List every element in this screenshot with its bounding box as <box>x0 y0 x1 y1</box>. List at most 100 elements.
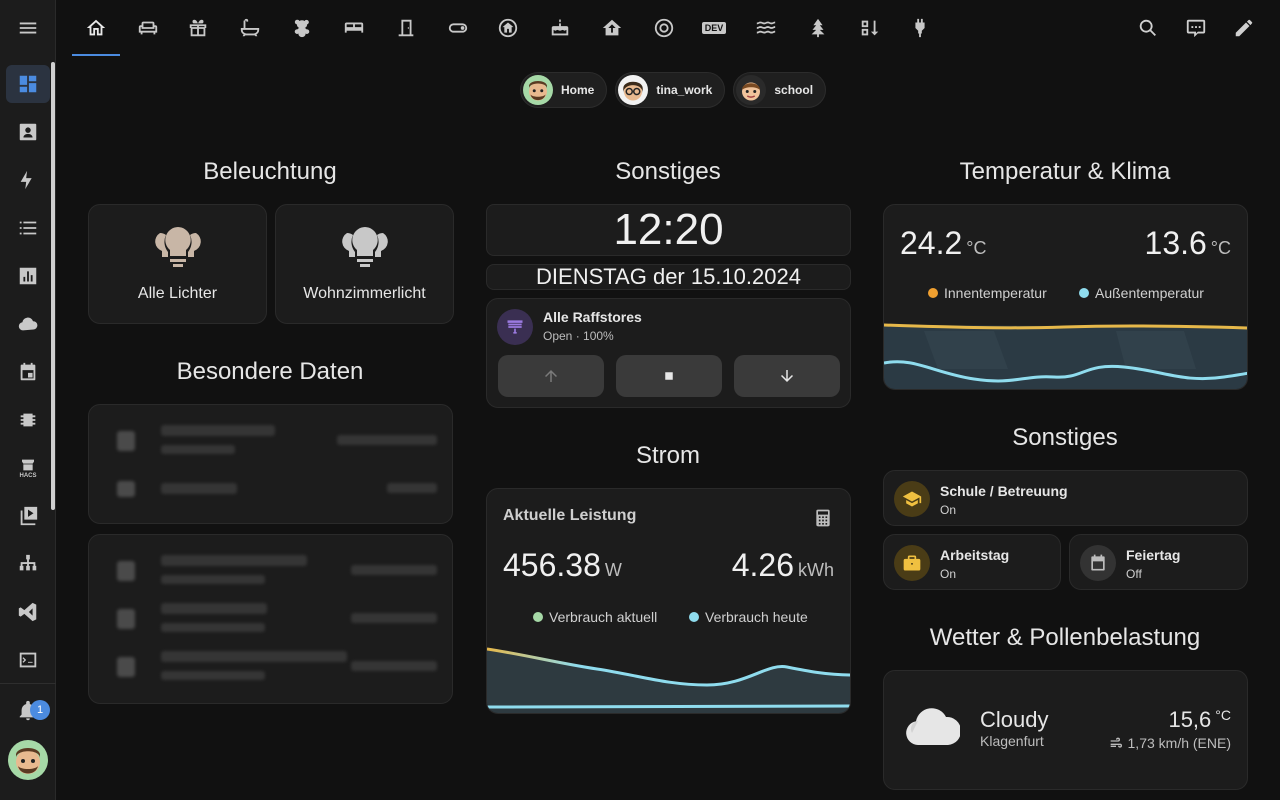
tab-dev[interactable]: DEV <box>690 0 738 56</box>
sidebar-item-hacs[interactable]: HACS <box>6 449 50 487</box>
tab-home[interactable] <box>72 0 120 56</box>
weather-temperature: 15,6 °C <box>1168 707 1231 733</box>
sidebar-item-energy[interactable] <box>6 161 50 199</box>
sidebar-item-calendar[interactable] <box>6 353 50 391</box>
tab-kids-room[interactable] <box>278 0 326 56</box>
hacs-label: HACS <box>19 473 37 479</box>
tab-gifts[interactable] <box>174 0 222 56</box>
person-chip-home[interactable]: Home <box>520 72 608 108</box>
entity-state: On <box>940 503 957 517</box>
clock-card: 12:20 <box>486 204 851 256</box>
blurred-text <box>161 555 307 566</box>
tab-hallway[interactable] <box>382 0 430 56</box>
blurred-icon <box>117 657 135 677</box>
light-card-all[interactable]: Alle Lichter <box>88 204 267 324</box>
home-circle-icon <box>498 18 518 38</box>
power-today: 4.26 kWh <box>732 547 834 584</box>
pencil-icon <box>1235 19 1253 37</box>
tab-robot[interactable] <box>640 0 688 56</box>
blinds-stop-button[interactable] <box>616 355 722 397</box>
sidebar-item-history[interactable] <box>6 257 50 295</box>
section-title-power: Strom <box>635 442 700 469</box>
blinds-name: Alle Raffstores <box>543 309 642 325</box>
cake-icon <box>551 18 569 36</box>
power-today-value: 4.26 <box>731 547 794 583</box>
legend-dot <box>928 288 938 298</box>
person-card-icon <box>19 123 37 141</box>
sidebar-item-overview[interactable] <box>6 65 50 103</box>
date-card: DIENSTAG der 15.10.2024 <box>486 264 851 290</box>
blinds-icon-badge <box>497 309 533 345</box>
sidebar-item-esphome[interactable] <box>6 401 50 439</box>
power-today-line <box>487 704 850 709</box>
sidebar-item-cloud[interactable] <box>6 305 50 343</box>
person-chip-tina-work[interactable]: tina_work <box>615 72 726 108</box>
sidebar-item-vscode[interactable] <box>6 593 50 631</box>
edit-dashboard-button[interactable] <box>1224 8 1264 48</box>
sidebar-item-terminal[interactable] <box>6 641 50 679</box>
weather-condition: Cloudy <box>980 707 1049 732</box>
pine-tree-icon <box>811 18 825 38</box>
climate-graph-card[interactable]: 24.2 °C 13.6 °C Innentemperatur Außentempe… <box>883 204 1248 390</box>
media-icon <box>20 506 38 526</box>
network-icon <box>19 554 37 571</box>
sidebar-scrollbar[interactable] <box>51 62 55 510</box>
tab-energy[interactable] <box>896 0 944 56</box>
cloudy-icon <box>906 708 960 745</box>
light-card-living-room[interactable]: Wohnzimmerlicht <box>275 204 454 324</box>
person-chip-school[interactable]: school <box>733 72 827 108</box>
clock-date: DIENSTAG der 15.10.2024 <box>536 264 801 289</box>
sidebar-item-media[interactable] <box>6 497 50 535</box>
blinds-card[interactable]: Alle Raffstores Open · 100% <box>486 298 851 408</box>
sidebar-item-person[interactable] <box>6 113 50 151</box>
sidebar-item-network[interactable] <box>6 545 50 583</box>
legend-dot <box>533 612 543 622</box>
section-title-weather: Wetter & Pollenbelastung <box>929 624 1201 651</box>
blinds-state: Open · 100% <box>543 329 614 343</box>
blurred-text <box>387 483 437 493</box>
assist-button[interactable] <box>1176 8 1216 48</box>
lightbulb-group-icon <box>341 227 388 267</box>
person-avatar <box>523 75 553 105</box>
blurred-icon <box>117 431 135 451</box>
blurred-icon <box>117 561 135 581</box>
blinds-open-button[interactable] <box>498 355 604 397</box>
legend-outside-temp: Außentemperatur <box>1079 285 1204 301</box>
legend-label: Verbrauch heute <box>705 609 808 625</box>
person-avatar <box>736 75 767 105</box>
entity-card-holiday[interactable]: Feiertag Off <box>1069 534 1248 590</box>
tab-house-alert[interactable] <box>588 0 636 56</box>
search-button[interactable] <box>1128 8 1168 48</box>
gift-icon <box>189 19 207 37</box>
sidebar-item-logbook[interactable] <box>6 209 50 247</box>
blinds-icon <box>507 320 523 334</box>
temp-outside-value: 13.6 <box>1144 225 1207 261</box>
tab-garden[interactable] <box>794 0 842 56</box>
tab-living-room[interactable] <box>124 0 172 56</box>
door-icon <box>398 19 414 37</box>
tab-home-circle[interactable] <box>484 0 532 56</box>
temp-inside: 24.2 °C <box>900 225 986 262</box>
tab-bedroom[interactable] <box>330 0 378 56</box>
entity-name: Schule / Betreuung <box>940 483 1068 499</box>
entity-card-workday[interactable]: Arbeitstag On <box>883 534 1061 590</box>
stop-icon <box>665 372 673 380</box>
weather-card[interactable]: Cloudy Klagenfurt 15,6 °C 1,73 km/h (ENE) <box>883 670 1248 790</box>
tab-birthdays[interactable] <box>536 0 584 56</box>
blinds-close-button[interactable] <box>734 355 840 397</box>
entity-card-school[interactable]: Schule / Betreuung On <box>883 470 1248 526</box>
tab-pool[interactable] <box>742 0 790 56</box>
weather-wind: 1,73 km/h (ENE) <box>1108 735 1231 751</box>
list-icon <box>19 221 37 235</box>
tab-sort[interactable] <box>846 0 894 56</box>
user-avatar[interactable] <box>8 740 48 780</box>
power-graph-card[interactable]: Aktuelle Leistung 456.38 W 4.26 kWh Verbra… <box>486 488 851 714</box>
waves-icon <box>756 21 776 34</box>
temp-outside-unit: °C <box>1210 238 1231 258</box>
light-label: Wohnzimmerlicht <box>303 285 426 302</box>
blurred-text <box>351 661 437 671</box>
light-label: Alle Lichter <box>137 285 218 302</box>
tab-bathroom[interactable] <box>226 0 274 56</box>
tab-switches[interactable] <box>434 0 482 56</box>
menu-button[interactable] <box>0 0 56 56</box>
